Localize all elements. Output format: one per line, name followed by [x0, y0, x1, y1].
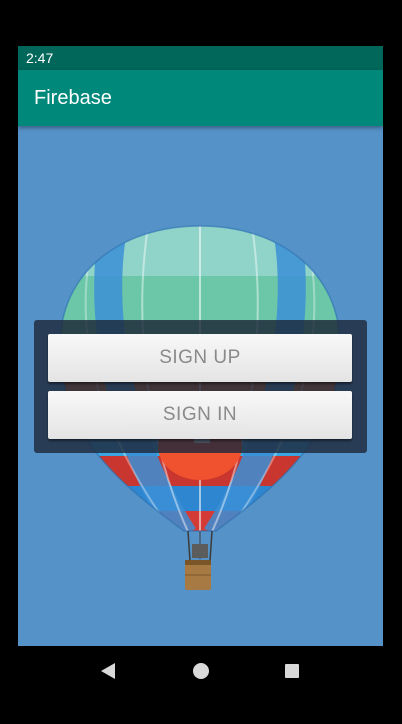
circle-home-icon: [193, 663, 209, 679]
app-bar: Firebase: [18, 70, 383, 126]
home-button[interactable]: [171, 646, 231, 696]
sign-up-button[interactable]: SIGN UP: [48, 334, 352, 382]
square-recents-icon: [285, 664, 299, 678]
status-bar: 2:47: [18, 46, 383, 70]
phone-screen: 2:47 Firebase SIGN UP SIGN IN: [18, 46, 383, 696]
main-content: SIGN UP SIGN IN: [18, 126, 383, 646]
recents-button[interactable]: [262, 646, 322, 696]
back-button[interactable]: [78, 646, 138, 696]
status-time: 2:47: [26, 50, 54, 66]
navigation-bar: [18, 646, 383, 696]
auth-panel: SIGN UP SIGN IN: [34, 320, 367, 453]
triangle-back-icon: [101, 663, 115, 679]
sign-in-button[interactable]: SIGN IN: [48, 391, 352, 439]
app-title: Firebase: [34, 87, 112, 109]
